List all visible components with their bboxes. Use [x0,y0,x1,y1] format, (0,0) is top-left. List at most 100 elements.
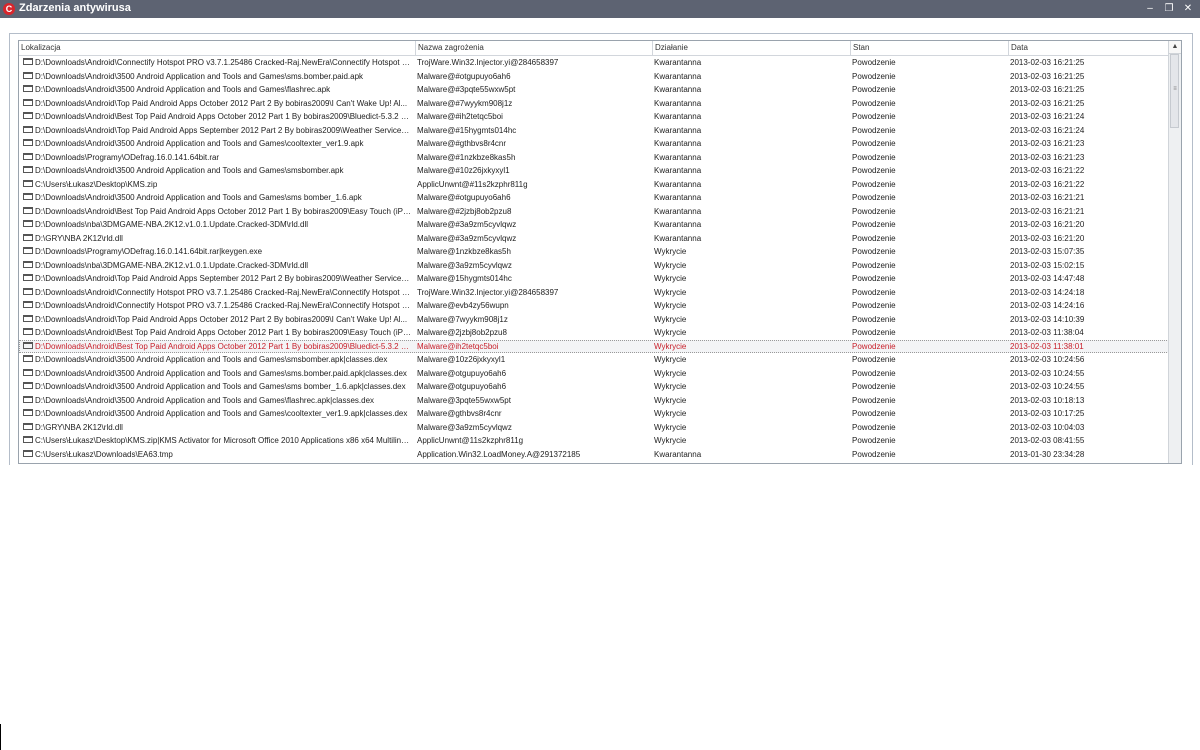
cell-action-text: Kwarantanna [654,98,702,108]
cell-location-text: D:\Downloads\nba\3DMGAME-NBA.2K12.v1.0.1… [35,260,309,270]
cell-date-text: 2013-02-03 10:24:55 [1010,368,1085,378]
cell-status: Powodzenie [852,340,1006,354]
cell-date-text: 2013-02-03 16:21:22 [1010,166,1085,175]
cell-date-text: 2013-02-03 10:17:25 [1010,409,1085,418]
cell-status: Powodzenie [852,164,1006,178]
table-row[interactable]: D:\Downloads\Android\3500 Android Applic… [19,380,1169,394]
cell-date: 2013-02-03 10:04:03 [1010,421,1167,435]
table-row[interactable]: D:\Downloads\Android\Best Top Paid Andro… [19,110,1169,124]
file-icon [23,287,33,295]
cell-threat-name: Malware@#10z26jxkyxyl1 [417,164,650,178]
table-row[interactable]: D:\Downloads\Android\Top Paid Android Ap… [19,272,1169,286]
cell-threat-name: Malware@#3a9zm5cyvlqwz [417,232,650,246]
column-header-date[interactable]: Data [1008,41,1169,55]
cell-location: D:\Downloads\nba\3DMGAME-NBA.2K12.v1.0.1… [21,218,413,232]
cell-action-text: Wykrycie [654,314,687,324]
cell-status-text: Powodzenie [852,314,896,324]
file-icon [23,314,33,322]
table-row[interactable]: D:\Downloads\Android\3500 Android Applic… [19,137,1169,151]
cell-location-text: D:\Downloads\Android\3500 Android Applic… [35,382,406,391]
table-row[interactable]: D:\Downloads\Android\3500 Android Applic… [19,407,1169,421]
scroll-thumb[interactable]: ≡ [1170,54,1179,128]
minimize-button[interactable]: – [1142,1,1158,16]
cell-action-text: Wykrycie [654,395,687,405]
cell-location: D:\Downloads\Android\Best Top Paid Andro… [21,340,413,354]
cell-location-text: D:\Downloads\Android\Connectify Hotspot … [35,58,413,67]
cell-location-text: C:\Users\Łukasz\Desktop\KMS.zip|KMS Acti… [35,436,413,445]
cell-location: D:\Downloads\Android\Top Paid Android Ap… [21,313,413,327]
cell-location-text: D:\Downloads\Android\Top Paid Android Ap… [35,314,408,324]
file-icon [23,355,33,363]
column-header-location[interactable]: Lokalizacja [19,41,415,55]
cell-date-text: 2013-02-03 15:07:35 [1010,247,1085,256]
table-row[interactable]: D:\Downloads\Android\3500 Android Applic… [19,70,1169,84]
close-button[interactable]: ✕ [1180,1,1196,16]
cell-status: Powodzenie [852,326,1006,340]
file-icon [23,247,33,255]
table-row[interactable]: D:\Downloads\Programy\ODefrag.16.0.141.6… [19,245,1169,259]
cell-location: D:\Downloads\Android\Connectify Hotspot … [21,56,413,70]
cell-status: Powodzenie [852,97,1006,111]
cell-location-text: D:\Downloads\Android\3500 Android Applic… [35,193,362,202]
cell-status-text: Powodzenie [852,341,896,351]
cell-status: Powodzenie [852,286,1006,300]
table-row[interactable]: D:\Downloads\Programy\ODefrag.16.0.141.6… [19,151,1169,165]
table-row[interactable]: D:\Downloads\nba\3DMGAME-NBA.2K12.v1.0.1… [19,218,1169,232]
table-row[interactable]: D:\Downloads\Android\Best Top Paid Andro… [19,339,1169,354]
vertical-scrollbar[interactable]: ▲ ≡ [1168,41,1181,463]
file-icon [23,382,33,390]
cell-action-text: Wykrycie [654,422,687,432]
cell-action: Wykrycie [654,394,848,408]
column-header-action[interactable]: Działanie [652,41,850,55]
table-row[interactable]: D:\Downloads\Android\Connectify Hotspot … [19,299,1169,313]
table-row[interactable]: D:\Downloads\Android\Connectify Hotspot … [19,286,1169,300]
cell-threat-name-text: Malware@7wyykm908j1z [417,314,508,324]
table-row[interactable]: D:\Downloads\Android\Top Paid Android Ap… [19,97,1169,111]
cell-action: Wykrycie [654,340,848,354]
restore-button[interactable]: ❐ [1161,1,1177,16]
table-body: D:\Downloads\Android\Connectify Hotspot … [19,56,1169,463]
table-row[interactable]: D:\Downloads\Android\3500 Android Applic… [19,367,1169,381]
table-row[interactable]: D:\Downloads\Android\Best Top Paid Andro… [19,326,1169,340]
cell-threat-name: TrojWare.Win32.Injector.yi@284658397 [417,286,650,300]
cell-threat-name: Malware@10z26jxkyxyl1 [417,353,650,367]
cell-threat-name-text: TrojWare.Win32.Injector.yi@284658397 [417,287,559,297]
table-row[interactable]: C:\Users\Łukasz\Desktop\KMS.zip|KMS Acti… [19,434,1169,448]
cell-status-text: Powodzenie [852,247,896,256]
cell-action: Kwarantanna [654,83,848,97]
cell-status: Powodzenie [852,367,1006,381]
cell-location: D:\Downloads\Android\Top Paid Android Ap… [21,97,413,111]
table-row[interactable]: D:\Downloads\Android\3500 Android Applic… [19,164,1169,178]
table-row[interactable]: D:\Downloads\Android\Top Paid Android Ap… [19,313,1169,327]
cell-date: 2013-02-03 16:21:23 [1010,137,1167,151]
table-row[interactable]: D:\Downloads\Android\3500 Android Applic… [19,191,1169,205]
file-icon [23,112,33,120]
table-row[interactable]: D:\Downloads\Android\3500 Android Applic… [19,394,1169,408]
cell-location-text: D:\Downloads\Android\Connectify Hotspot … [35,287,413,297]
cell-date: 2013-02-03 16:21:25 [1010,83,1167,97]
table-row[interactable]: D:\Downloads\Android\Top Paid Android Ap… [19,124,1169,138]
table-row[interactable]: D:\Downloads\Android\Connectify Hotspot … [19,56,1169,70]
cell-date-text: 2013-02-03 11:38:04 [1010,328,1084,337]
table-row[interactable]: D:\Downloads\Android\Best Top Paid Andro… [19,205,1169,219]
column-header-status[interactable]: Stan [850,41,1008,55]
table-row[interactable]: C:\Users\Łukasz\Desktop\KMS.zip ApplicUnw… [19,178,1169,192]
column-header-threat-name[interactable]: Nazwa zagrożenia [415,41,652,55]
table-row[interactable]: D:\Downloads\Android\3500 Android Applic… [19,83,1169,97]
cell-date: 2013-02-03 14:24:16 [1010,299,1167,313]
file-icon [23,436,33,444]
cell-date: 2013-02-03 11:38:04 [1010,326,1167,340]
cell-location-text: D:\GRY\NBA 2K12\rld.dll [35,422,123,432]
table-row[interactable]: D:\Downloads\Android\3500 Android Applic… [19,353,1169,367]
cell-location-text: D:\Downloads\Android\3500 Android Applic… [35,166,344,175]
cell-threat-name-text: Malware@#7wyykm908j1z [417,98,513,108]
table-row[interactable]: C:\Users\Łukasz\Downloads\EA63.tmp Applic… [19,448,1169,462]
cell-location: D:\Downloads\Android\Best Top Paid Andro… [21,326,413,340]
scroll-up-icon[interactable]: ▲ [1169,41,1181,54]
file-icon [23,71,33,79]
table-row[interactable]: D:\Downloads\nba\3DMGAME-NBA.2K12.v1.0.1… [19,259,1169,273]
table-row[interactable]: D:\GRY\NBA 2K12\rld.dll Malware@3a9zm5cyv… [19,421,1169,435]
cell-location: D:\GRY\NBA 2K12\rld.dll [21,232,413,246]
cell-date-text: 2013-02-03 16:21:23 [1010,152,1085,162]
table-row[interactable]: D:\GRY\NBA 2K12\rld.dll Malware@#3a9zm5cy… [19,232,1169,246]
